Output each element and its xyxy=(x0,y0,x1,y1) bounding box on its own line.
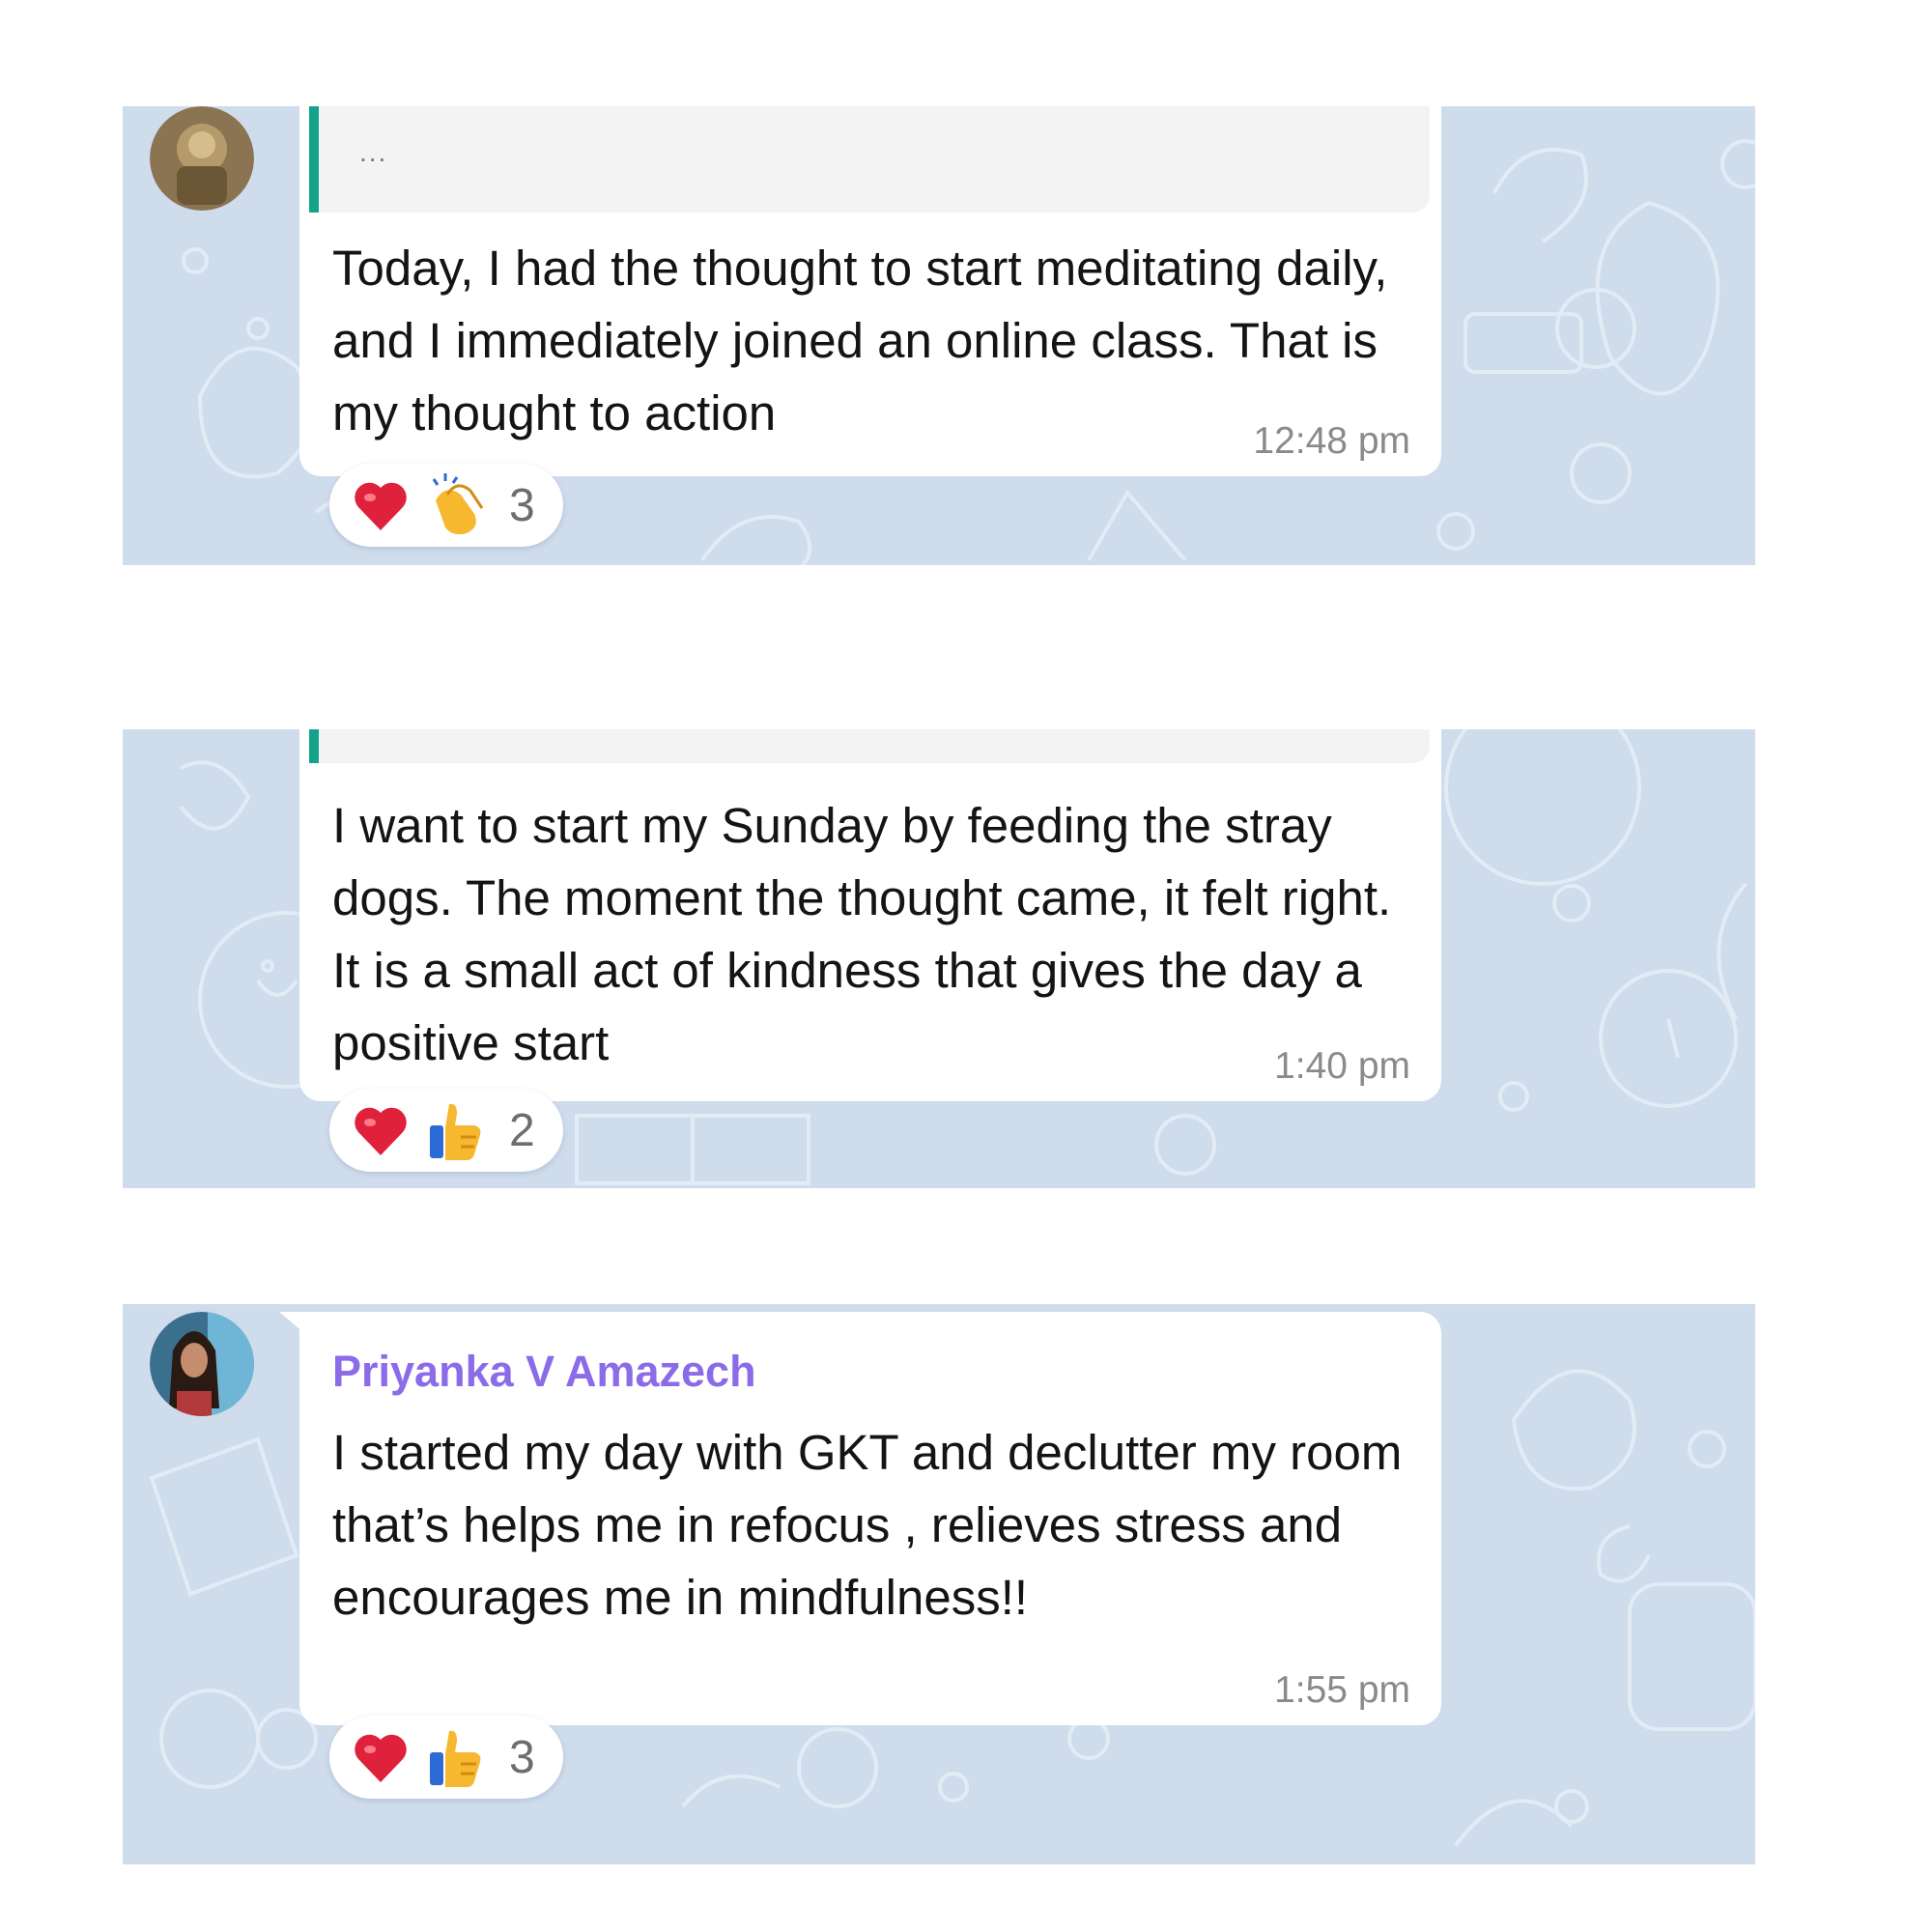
reactions-bar[interactable]: 3 xyxy=(329,1716,563,1799)
reactions-bar[interactable]: 3 xyxy=(329,464,563,547)
reply-preview-text: ... xyxy=(359,137,388,167)
sender-avatar[interactable] xyxy=(150,1312,254,1416)
message-timestamp: 12:48 pm xyxy=(1253,420,1410,462)
sender-avatar[interactable] xyxy=(150,106,254,211)
message-timestamp: 1:40 pm xyxy=(1274,1045,1410,1087)
message-bubble[interactable]: ... Today, I had the thought to start me… xyxy=(299,106,1441,476)
thumbs-up-icon xyxy=(430,1103,481,1160)
reactions-bar[interactable]: 2 xyxy=(329,1089,563,1172)
message-bubble[interactable]: I want to start my Sunday by feeding the… xyxy=(299,729,1441,1101)
reaction-count: 2 xyxy=(509,1105,535,1156)
message-text: I started my day with GKT and declutter … xyxy=(332,1425,1403,1625)
message-bubble[interactable]: Priyanka V Amazech I started my day with… xyxy=(299,1312,1441,1725)
thumbs-up-icon xyxy=(430,1730,481,1787)
heart-icon xyxy=(355,1734,407,1782)
reply-preview[interactable]: ... xyxy=(309,106,1430,213)
reply-preview[interactable] xyxy=(309,729,1430,763)
clapping-hands-icon xyxy=(432,473,484,535)
chat-panel-3: Priyanka V Amazech I started my day with… xyxy=(123,1304,1755,1864)
heart-icon xyxy=(355,1107,407,1155)
message-text: Today, I had the thought to start medita… xyxy=(332,241,1388,440)
reaction-count: 3 xyxy=(509,1732,535,1783)
sender-name[interactable]: Priyanka V Amazech xyxy=(332,1347,756,1397)
heart-icon xyxy=(355,482,407,530)
message-text: I want to start my Sunday by feeding the… xyxy=(332,798,1392,1070)
chat-panel-1: ... Today, I had the thought to start me… xyxy=(123,106,1755,565)
reaction-count: 3 xyxy=(509,480,535,531)
chat-panel-2: I want to start my Sunday by feeding the… xyxy=(123,729,1755,1188)
message-timestamp: 1:55 pm xyxy=(1274,1669,1410,1711)
